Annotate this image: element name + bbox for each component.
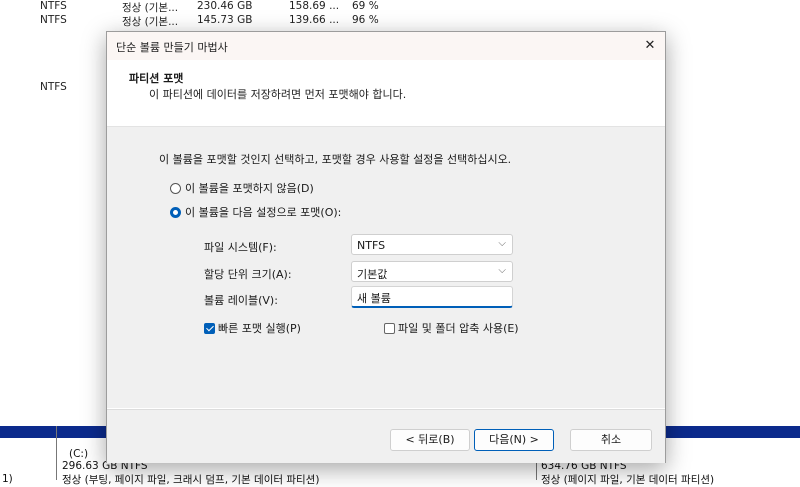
radio-button-no-format[interactable] [170,183,181,194]
radio-button-format[interactable] [170,207,181,218]
allocation-unit-select[interactable]: 기본값 ⌵ [351,261,513,282]
compression-label: 파일 및 폴더 압축 사용(E) [398,322,519,335]
file-system-value: NTFS [357,239,386,252]
volume-capacity: 230.46 GB [197,0,253,12]
compression-checkbox[interactable]: 파일 및 폴더 압축 사용(E) [384,320,519,336]
volume-status: 정상 (기본... [122,16,179,28]
format-partition-dialog: 단순 볼륨 만들기 마법사 ✕ 파티션 포맷 이 파티션에 데이터를 저장하려면… [106,31,666,463]
radio-no-format-label: 이 볼륨을 포맷하지 않음(D) [185,182,314,195]
volume-free-percent: 69 % [352,0,379,12]
volume-fs: NTFS [40,14,67,26]
radio-format[interactable]: 이 볼륨을 다음 설정으로 포맷(O): [170,204,341,220]
checkbox-quick-format[interactable] [204,323,215,334]
dialog-titlebar[interactable]: 단순 볼륨 만들기 마법사 ✕ [107,32,665,60]
instruction-text: 이 볼륨을 포맷할 것인지 선택하고, 포맷할 경우 사용할 설정을 선택하십시… [159,153,512,166]
dialog-title: 단순 볼륨 만들기 마법사 [116,41,228,54]
allocation-unit-label: 할당 단위 크기(A): [204,268,292,281]
close-button[interactable]: ✕ [635,32,665,60]
quick-format-label: 빠른 포맷 실행(P) [218,322,301,335]
wizard-footer: < 뒤로(B) 다음(N) > 취소 [107,409,665,463]
volume-status: 정상 (기본... [122,2,179,14]
disk-header-bar [0,426,56,438]
volume-free-percent: 96 % [352,14,379,26]
allocation-unit-value: 기본값 [357,268,388,281]
volume-capacity: 145.73 GB [197,14,253,26]
chevron-down-icon: ⌵ [498,238,506,249]
page-title: 파티션 포맷 [129,72,184,85]
close-icon: ✕ [644,38,656,53]
checkbox-compression[interactable] [384,323,395,334]
volume-fs: NTFS [40,81,67,93]
page-subtitle: 이 파티션에 데이터를 저장하려면 먼저 포맷해야 합니다. [149,88,407,101]
volume-free: 139.66 ... [289,14,340,26]
radio-format-label: 이 볼륨을 다음 설정으로 포맷(O): [185,206,342,219]
file-system-select[interactable]: NTFS ⌵ [351,234,513,255]
radio-no-format[interactable]: 이 볼륨을 포맷하지 않음(D) [170,180,314,196]
wizard-header: 파티션 포맷 이 파티션에 데이터를 저장하려면 먼저 포맷해야 합니다. [107,60,665,127]
quick-format-checkbox[interactable]: 빠른 포맷 실행(P) [204,320,301,336]
partition-c-label: (C:) [69,448,89,460]
volume-label-label: 볼륨 레이블(V): [204,294,278,307]
chevron-down-icon: ⌵ [498,265,506,276]
file-system-label: 파일 시스템(F): [204,241,277,254]
divider [56,426,57,480]
volume-fs: NTFS [40,0,67,12]
volume-label-value: 새 볼륨 [357,292,391,305]
wizard-body: 이 볼륨을 포맷할 것인지 선택하고, 포맷할 경우 사용할 설정을 선택하십시… [107,127,665,408]
disk-label: 1) [2,473,13,485]
volume-free: 158.69 ... [289,0,340,12]
cancel-button[interactable]: 취소 [570,429,652,451]
next-button[interactable]: 다음(N) > [474,429,554,451]
back-button[interactable]: < 뒤로(B) [390,429,470,451]
volume-label-input[interactable]: 새 볼륨 [351,286,513,308]
